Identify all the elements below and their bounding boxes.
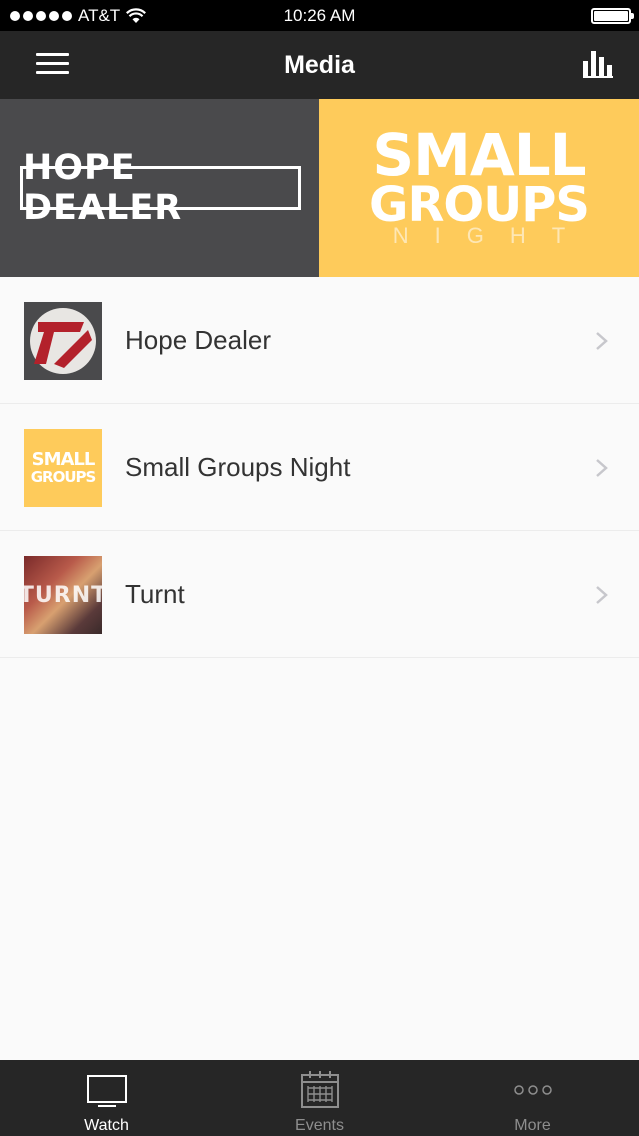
small-groups-logo-line3: NIGHT (392, 223, 592, 248)
small-groups-logo-line1: SMALL (372, 121, 586, 189)
turnt-thumbnail: TURNT (24, 556, 102, 634)
small-groups-logo-line2: GROUPS (369, 177, 590, 233)
list-item-turnt[interactable]: TURNT Turnt (0, 531, 639, 658)
small-groups-thumbnail: SMALL GROUPS (24, 429, 102, 507)
list-item-label: Small Groups Night (125, 452, 351, 482)
tab-bar: Watch Events More (0, 1060, 639, 1136)
chevron-right-icon (596, 459, 608, 477)
banner-hope-dealer[interactable]: HOPE DEALER (0, 99, 319, 277)
nav-bar: Media (0, 31, 639, 99)
thumb-line1: SMALL (31, 449, 96, 470)
thumb-text: TURNT (24, 582, 102, 608)
list-item-small-groups-night[interactable]: SMALL GROUPS Small Groups Night (0, 404, 639, 531)
tab-label: More (514, 1117, 551, 1134)
tab-label: Watch (84, 1117, 129, 1134)
hope-dealer-seal-icon (30, 308, 96, 374)
chevron-right-icon (596, 586, 608, 604)
more-dots-icon (513, 1085, 552, 1095)
page-title: Media (284, 51, 355, 79)
list-item-label: Turnt (125, 579, 185, 609)
media-list: Hope Dealer SMALL GROUPS Small Groups Ni… (0, 277, 639, 658)
banner-small-groups-night[interactable]: SMALL GROUPS NIGHT (319, 99, 639, 277)
featured-banner: HOPE DEALER SMALL GROUPS NIGHT (0, 99, 639, 277)
tab-events[interactable]: Events (213, 1060, 426, 1136)
thumb-line2: GROUPS (30, 468, 97, 486)
calendar-icon (300, 1071, 339, 1108)
list-item-label: Hope Dealer (125, 325, 271, 355)
tab-label: Events (295, 1117, 344, 1134)
tab-watch[interactable]: Watch (0, 1060, 213, 1136)
status-bar: AT&T 10:26 AM (0, 0, 639, 31)
hope-dealer-logo: HOPE DEALER (20, 148, 301, 228)
tab-more[interactable]: More (426, 1060, 639, 1136)
tv-icon (86, 1075, 127, 1107)
hope-dealer-thumbnail (24, 302, 102, 380)
status-time: 10:26 AM (283, 6, 356, 25)
chevron-right-icon (596, 332, 608, 350)
list-item-hope-dealer[interactable]: Hope Dealer (0, 277, 639, 404)
battery-icon (591, 8, 634, 24)
bar-chart-icon[interactable] (583, 49, 613, 79)
